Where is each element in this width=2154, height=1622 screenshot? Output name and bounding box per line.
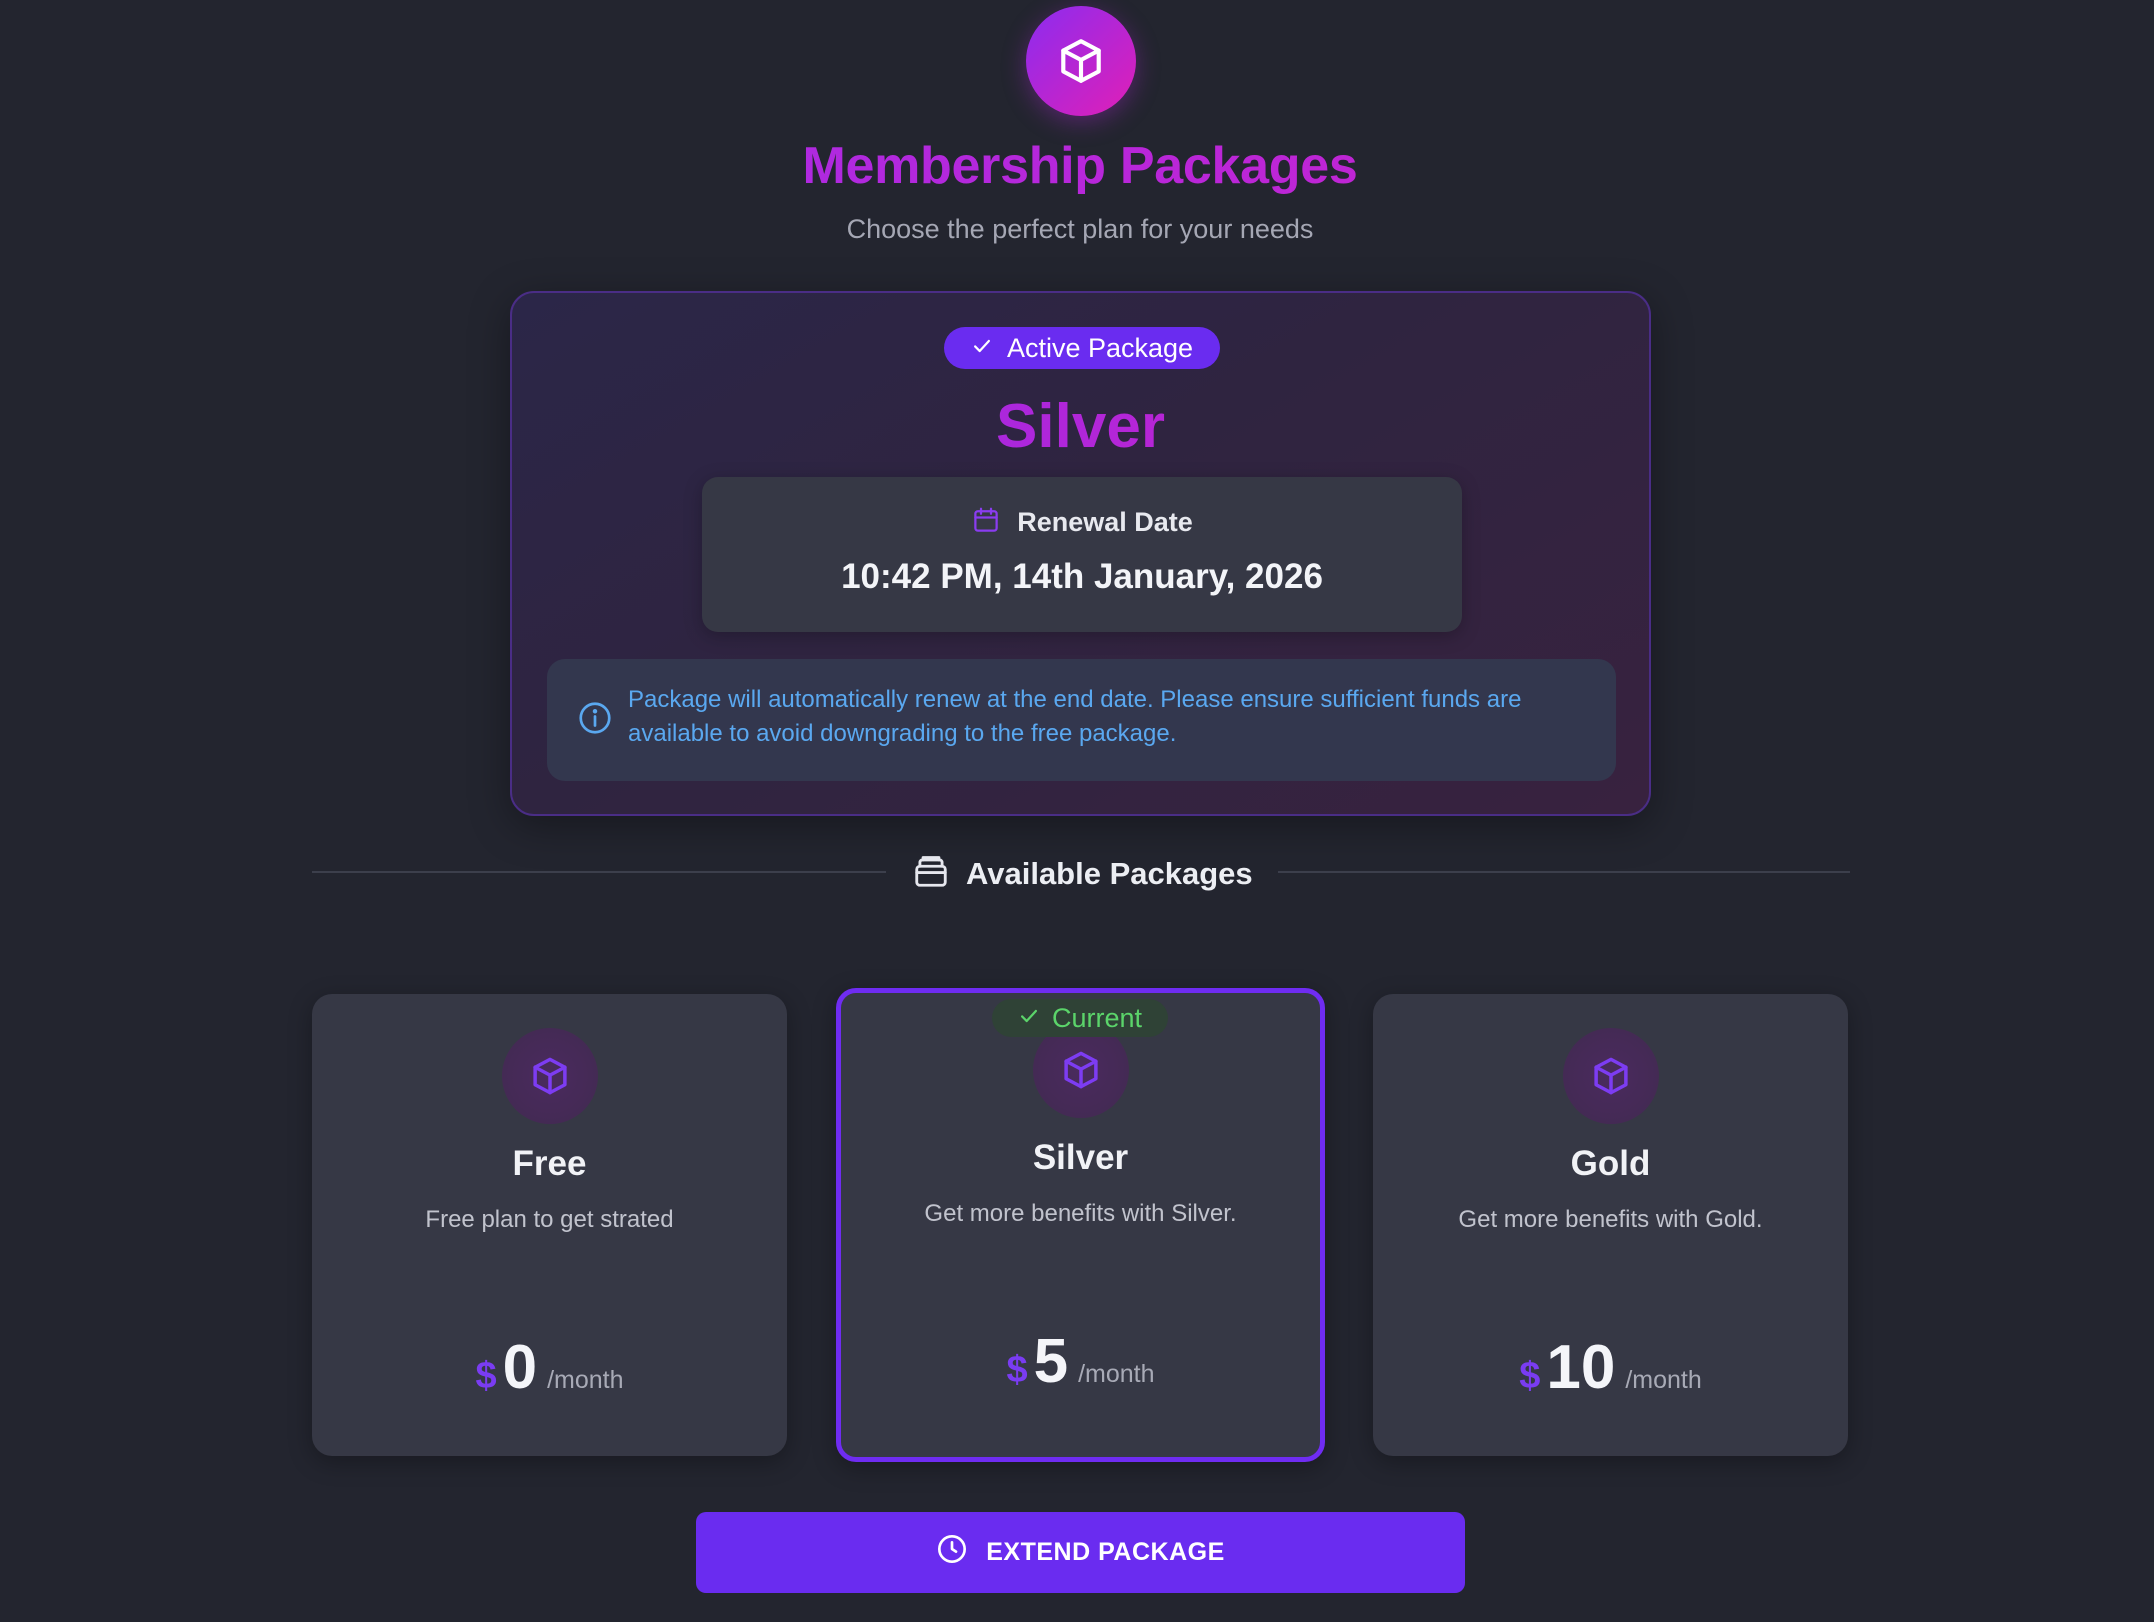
page-subtitle: Choose the perfect plan for your needs	[846, 214, 1314, 244]
extend-package-button[interactable]: EXTEND PACKAGE	[696, 1512, 1465, 1593]
package-icon	[912, 852, 950, 895]
section-divider-left	[312, 871, 886, 873]
plan-name: Silver	[1032, 1138, 1129, 1177]
cube-icon	[1562, 1028, 1659, 1124]
price-period: /month	[547, 1366, 624, 1394]
price-currency: $	[1006, 1349, 1028, 1391]
plan-price: $ 5 /month	[841, 1326, 1320, 1397]
plan-price: $ 0 /month	[312, 1332, 787, 1403]
plan-description: Get more benefits with Silver.	[924, 1200, 1237, 1227]
cube-icon	[501, 1028, 598, 1124]
check-icon	[1018, 1003, 1040, 1034]
plan-name: Free	[512, 1144, 587, 1183]
price-amount: 10	[1546, 1333, 1616, 1402]
active-package-badge: Active Package	[944, 327, 1220, 369]
price-amount: 0	[502, 1333, 538, 1402]
price-period: /month	[1078, 1360, 1155, 1388]
plan-card-silver[interactable]: Silver Get more benefits with Silver. $ …	[836, 988, 1325, 1462]
available-packages-title: Available Packages	[966, 855, 1253, 891]
auto-renew-notice: Package will automatically renew at the …	[547, 659, 1616, 781]
check-icon	[971, 333, 993, 364]
renewal-date-label: Renewal Date	[1017, 507, 1193, 537]
active-package-card: Active Package Silver Renewal Date 10:42…	[510, 291, 1651, 816]
active-package-badge-label: Active Package	[1006, 332, 1194, 363]
available-packages-heading: Available Packages	[912, 852, 1253, 895]
calendar-icon	[971, 505, 1001, 540]
plan-card-gold[interactable]: Gold Get more benefits with Gold. $ 10 /…	[1373, 994, 1848, 1456]
clock-icon	[936, 1533, 968, 1572]
current-plan-badge: Current	[992, 999, 1168, 1037]
current-plan-badge-label: Current	[1051, 1002, 1143, 1033]
plan-price: $ 10 /month	[1373, 1332, 1848, 1403]
plan-description: Get more benefits with Gold.	[1458, 1206, 1763, 1233]
renewal-date-value: 10:42 PM, 14th January, 2026	[841, 557, 1323, 596]
plan-name: Gold	[1570, 1144, 1651, 1183]
plan-description: Free plan to get strated	[425, 1206, 674, 1233]
price-currency: $	[1519, 1355, 1541, 1397]
renewal-date-box: Renewal Date 10:42 PM, 14th January, 202…	[702, 477, 1462, 632]
price-currency: $	[475, 1355, 497, 1397]
cube-icon	[1026, 6, 1136, 116]
membership-page: Membership Packages Choose the perfect p…	[0, 0, 2154, 1622]
auto-renew-notice-text: Package will automatically renew at the …	[628, 686, 1522, 747]
info-icon	[577, 700, 613, 741]
price-amount: 5	[1033, 1327, 1069, 1396]
active-package-name: Silver	[512, 391, 1649, 462]
price-period: /month	[1625, 1366, 1702, 1394]
extend-package-button-label: EXTEND PACKAGE	[986, 1538, 1225, 1566]
plan-card-free[interactable]: Free Free plan to get strated $ 0 /month	[312, 994, 787, 1456]
page-title: Membership Packages	[0, 136, 2154, 196]
section-divider-right	[1278, 871, 1850, 873]
